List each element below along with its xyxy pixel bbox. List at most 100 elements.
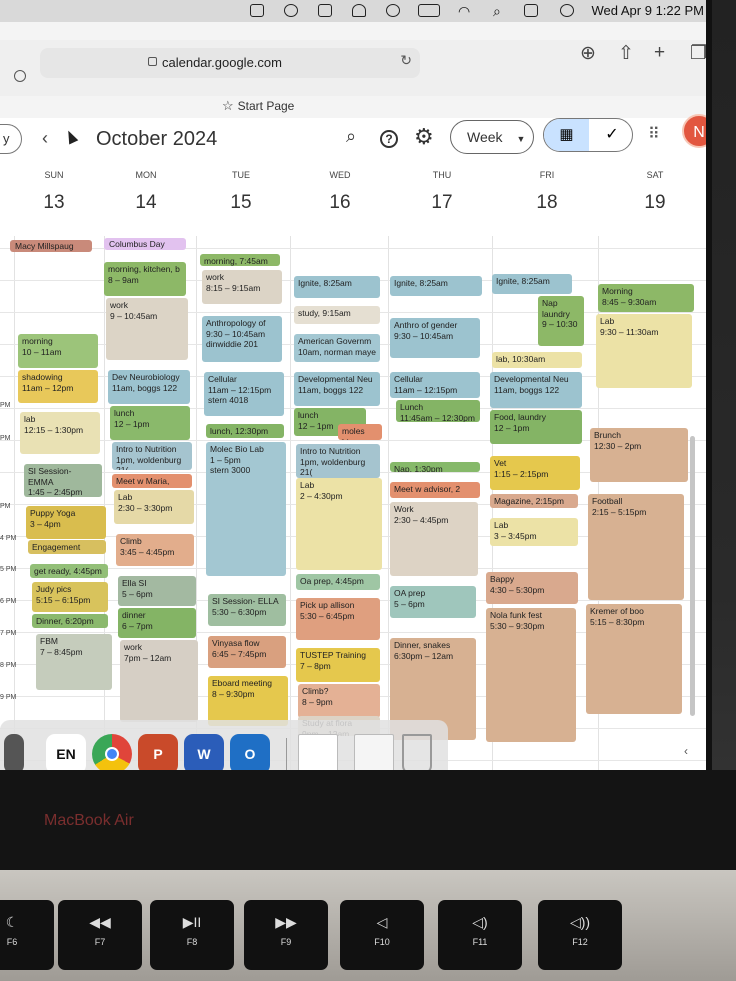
- calendar-event[interactable]: Climb 3:45 – 4:45pm: [116, 534, 194, 566]
- calendar-event[interactable]: Ella SI 5 – 6pm: [118, 576, 196, 606]
- key-f8[interactable]: ▶II F8: [150, 900, 234, 970]
- previous-week-icon[interactable]: ‹: [42, 128, 48, 149]
- document-thumbnail-icon[interactable]: [298, 734, 338, 770]
- today-button[interactable]: y: [0, 124, 22, 154]
- calendar-event[interactable]: Intro to Nutrition 1pm, woldenburg 21(: [112, 442, 192, 470]
- calendar-event[interactable]: Engagement comm: [28, 540, 106, 554]
- collapse-panel-icon[interactable]: ‹: [684, 744, 688, 758]
- key-f12[interactable]: ◁)) F12: [538, 900, 622, 970]
- calendar-event[interactable]: work 9 – 10:45am: [106, 298, 188, 360]
- calendar-event[interactable]: Food, laundry 12 – 1pm: [490, 410, 582, 444]
- calendar-event[interactable]: Molec Bio Lab 1 – 5pm stern 3000: [206, 442, 286, 576]
- tasks-check-icon[interactable]: ✓: [590, 119, 632, 151]
- calendar-event[interactable]: Anthropology of 9:30 – 10:45am dinwiddie…: [202, 316, 282, 362]
- calendar-event[interactable]: morning, kitchen, b 8 – 9am: [104, 262, 186, 296]
- calendar-event[interactable]: lunch 12 – 1pm: [110, 406, 190, 440]
- day-number[interactable]: 19: [610, 192, 700, 214]
- calendar-event[interactable]: study, 9:15am: [294, 306, 380, 324]
- menu-clock[interactable]: Wed Apr 9 1:22 PM: [592, 3, 705, 18]
- reload-icon[interactable]: ↻: [400, 52, 412, 69]
- calendar-event[interactable]: Dev Neurobiology 11am, boggs 122: [108, 370, 190, 404]
- allday-event[interactable]: Macy Millspaug: [10, 240, 92, 252]
- search-icon[interactable]: ⌕: [493, 3, 501, 20]
- calendar-event[interactable]: Cellular 11am – 12:15pm stern 4018: [204, 372, 284, 416]
- day-number[interactable]: 14: [101, 192, 191, 214]
- sidebar-toggle-icon[interactable]: [14, 70, 26, 82]
- calendar-event[interactable]: Pick up allison 5:30 – 6:45pm: [296, 598, 380, 640]
- calendar-event[interactable]: TUSTEP Training 7 – 8pm: [296, 648, 380, 682]
- day-number[interactable]: 13: [9, 192, 99, 214]
- display-icon[interactable]: [318, 4, 332, 17]
- calendar-event[interactable]: Lab 3 – 3:45pm: [490, 518, 578, 546]
- calendar-event[interactable]: lunch, 12:30pm: [206, 424, 284, 438]
- calendar-tasks-toggle[interactable]: ▦ ✓: [543, 118, 633, 152]
- calendar-event[interactable]: Developmental Neu 11am, boggs 122: [490, 372, 582, 408]
- calendar-event[interactable]: Lab 2:30 – 3:30pm: [114, 490, 194, 524]
- calendar-event[interactable]: Anthro of gender 9:30 – 10:45am: [390, 318, 480, 358]
- dock-app-notes-icon[interactable]: [4, 734, 24, 770]
- day-number[interactable]: 17: [397, 192, 487, 214]
- calendar-event[interactable]: Work 2:30 – 4:45pm: [390, 502, 478, 576]
- address-bar[interactable]: calendar.google.com ↻: [40, 48, 420, 78]
- calendar-event[interactable]: Puppy Yoga 3 – 4pm: [26, 506, 106, 539]
- battery-icon[interactable]: [418, 4, 440, 17]
- key-f9[interactable]: ▶▶ F9: [244, 900, 328, 970]
- calendar-event[interactable]: Ignite, 8:25am: [492, 274, 572, 294]
- help-icon[interactable]: ?: [380, 130, 398, 148]
- calendar-event[interactable]: Brunch 12:30 – 2pm: [590, 428, 688, 482]
- calendar-event[interactable]: Cellular 11am – 12:15pm: [390, 372, 480, 398]
- day-header-tue[interactable]: TUE 15: [196, 164, 286, 214]
- dock-app-en[interactable]: EN: [46, 734, 86, 770]
- calendar-event[interactable]: Judy pics 5:15 – 6:15pm: [32, 582, 108, 612]
- calendar-event[interactable]: American Governm 10am, norman maye: [294, 334, 380, 362]
- view-selector[interactable]: Week ▼: [450, 120, 534, 154]
- play-icon[interactable]: [386, 4, 400, 17]
- calendar-event[interactable]: Developmental Neu 11am, boggs 122: [294, 372, 380, 406]
- avatar[interactable]: N: [682, 114, 706, 148]
- key-f6[interactable]: ☾ F6: [0, 900, 54, 970]
- calendar-event[interactable]: morning 10 – 11am: [18, 334, 98, 368]
- day-header-mon[interactable]: MON 14: [101, 164, 191, 214]
- calendar-icon[interactable]: ▦: [544, 119, 589, 151]
- calendar-event[interactable]: FBM 7 – 8:45pm: [36, 634, 112, 690]
- start-page-bookmark[interactable]: ☆ Start Page: [222, 98, 294, 114]
- share-icon[interactable]: ⇧: [618, 42, 634, 65]
- calendar-event[interactable]: Oa prep, 4:45pm: [296, 574, 380, 590]
- calendar-event[interactable]: Kremer of boo 5:15 – 8:30pm: [586, 604, 682, 714]
- day-header-wed[interactable]: WED 16: [295, 164, 385, 214]
- calendar-event[interactable]: Vinyasa flow 6:45 – 7:45pm: [208, 636, 286, 668]
- day-number[interactable]: 18: [502, 192, 592, 214]
- siri-icon[interactable]: [560, 4, 574, 17]
- calendar-event[interactable]: SI Session- EMMA 1:45 – 2:45pm: [24, 464, 102, 497]
- calendar-event[interactable]: shadowing 11am – 12pm: [18, 370, 98, 403]
- key-f7[interactable]: ◀◀ F7: [58, 900, 142, 970]
- calendar-event[interactable]: dinner 6 – 7pm: [118, 608, 196, 638]
- calendar-event[interactable]: moles bio: [338, 424, 382, 440]
- grid-scrollbar[interactable]: [690, 436, 695, 716]
- headphones-icon[interactable]: [352, 4, 366, 17]
- calendar-event[interactable]: Vet 1:15 – 2:15pm: [490, 456, 580, 490]
- allday-event[interactable]: Columbus Day: [104, 238, 186, 250]
- calendar-event[interactable]: Dinner, 6:20pm: [32, 614, 108, 628]
- calendar-event[interactable]: Climb? 8 – 9pm: [298, 684, 380, 718]
- download-icon[interactable]: ⊕: [580, 42, 596, 65]
- calendar-event[interactable]: work 8:15 – 9:15am: [202, 270, 282, 304]
- calendar-event[interactable]: Morning 8:45 – 9:30am: [598, 284, 694, 312]
- day-number[interactable]: 16: [295, 192, 385, 214]
- calendar-event[interactable]: Ignite, 8:25am: [390, 276, 482, 296]
- calendar-event[interactable]: Magazine, 2:15pm: [490, 494, 578, 508]
- day-header-sat[interactable]: SAT 19: [610, 164, 700, 214]
- gear-icon[interactable]: ⚙: [414, 124, 434, 150]
- key-f11[interactable]: ◁) F11: [438, 900, 522, 970]
- calendar-event[interactable]: Lunch 11:45am – 12:30pm: [396, 400, 480, 422]
- calendar-event[interactable]: Lab 9:30 – 11:30am: [596, 314, 692, 388]
- day-number[interactable]: 15: [196, 192, 286, 214]
- day-header-sun[interactable]: SUN 13: [9, 164, 99, 214]
- calendar-event[interactable]: morning, 7:45am: [200, 254, 280, 266]
- calendar-event[interactable]: OA prep 5 – 6pm: [390, 586, 476, 618]
- search-icon[interactable]: ⌕: [346, 126, 356, 147]
- control-center-icon[interactable]: [524, 4, 538, 17]
- apps-grid-icon[interactable]: ⠿: [648, 124, 660, 144]
- chrome-icon[interactable]: [92, 734, 132, 770]
- url-text[interactable]: calendar.google.com: [162, 55, 282, 70]
